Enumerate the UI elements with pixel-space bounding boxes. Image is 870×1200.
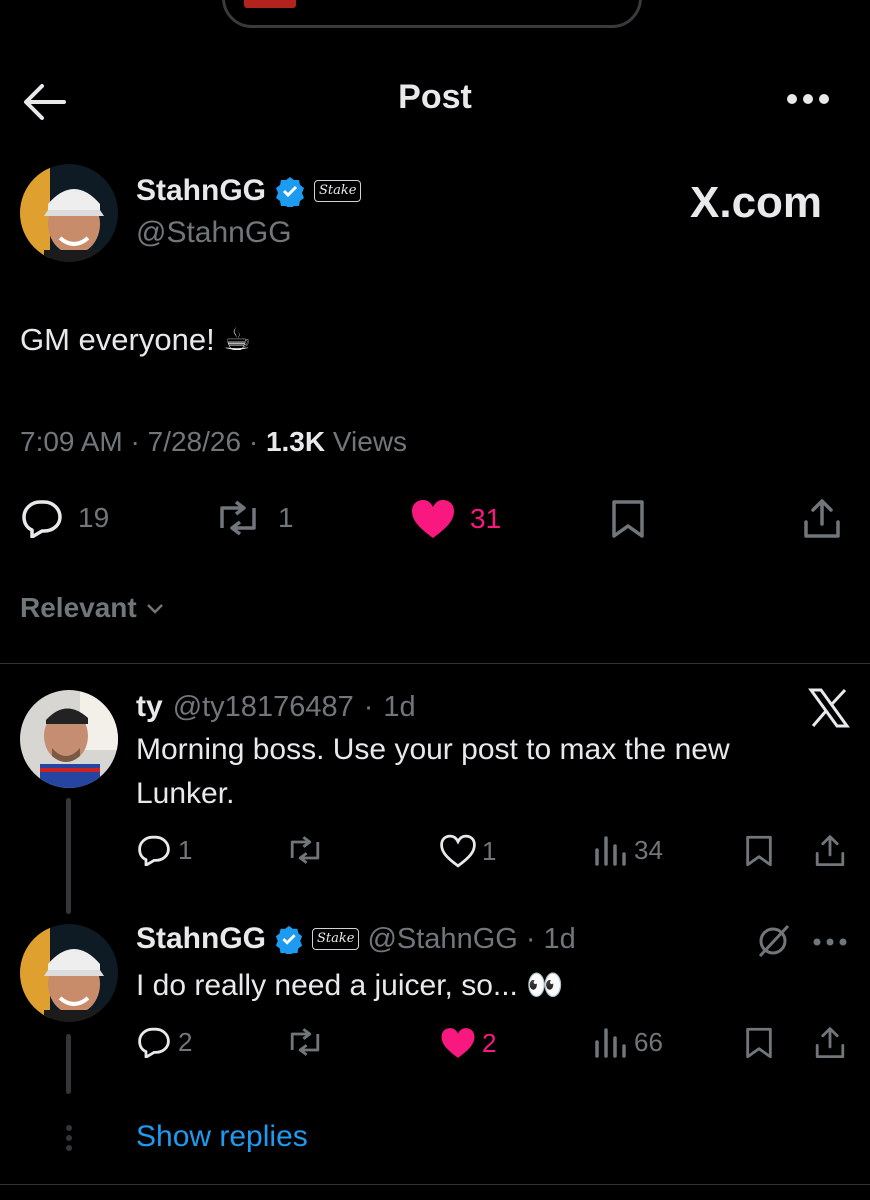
divider [0, 1184, 870, 1185]
reply-icon [138, 1027, 170, 1058]
share-button[interactable] [814, 834, 846, 873]
meta-separator: · [248, 426, 266, 457]
affiliate-badge[interactable]: Stake [312, 928, 360, 950]
reply-icon [22, 500, 62, 538]
reply-text: Morning boss. Use your post to max the n… [136, 733, 730, 810]
reply-avatar[interactable] [20, 924, 118, 1022]
reply-count: 19 [78, 502, 110, 533]
chevron-down-icon [146, 604, 163, 614]
grok-icon[interactable] [756, 924, 792, 963]
like-count: 1 [482, 835, 497, 866]
repost-button[interactable] [284, 1026, 326, 1058]
repost-icon [220, 500, 256, 536]
heart-outline-icon [440, 834, 476, 868]
meta-separator: · [363, 691, 374, 723]
reply-avatar[interactable] [20, 690, 118, 788]
bookmark-button[interactable] [744, 834, 774, 873]
bookmark-icon [746, 835, 772, 867]
post-date: 7/28/26 [147, 426, 242, 457]
reply-author-handle[interactable]: @StahnGG [367, 923, 517, 956]
views-label: Views [332, 426, 408, 457]
analytics-icon [595, 836, 626, 866]
views-count: 34 [634, 834, 663, 865]
thread-connector [66, 798, 71, 914]
divider [0, 663, 870, 664]
reply-author-name[interactable]: ty [136, 690, 163, 724]
post-text: GM everyone! ☕ [20, 322, 252, 357]
views-button[interactable]: 66 [594, 1026, 663, 1058]
author-name-row: StahnGG Stake [136, 174, 362, 208]
reply-button[interactable]: 1 [136, 834, 192, 866]
share-button[interactable] [802, 498, 842, 545]
views-count: 1.3K [265, 426, 326, 457]
sort-dropdown[interactable]: Relevant [20, 592, 165, 624]
reply-author-name[interactable]: StahnGG [136, 922, 266, 956]
reply-text: I do really need a juicer, so... 👀 [136, 969, 564, 1002]
avatar-image [20, 690, 118, 788]
page-title: Post [398, 78, 472, 116]
island-thumbnail [244, 0, 296, 8]
verified-badge-icon [275, 925, 303, 954]
repost-count: 1 [278, 502, 294, 533]
show-replies-link[interactable]: Show replies [136, 1120, 308, 1154]
like-button[interactable]: 1 [440, 834, 496, 868]
watermark-label: X.com [690, 178, 823, 227]
more-options-button[interactable] [785, 92, 831, 111]
author-name[interactable]: StahnGG [136, 174, 266, 208]
avatar-image [20, 164, 118, 262]
reply-button[interactable]: 19 [20, 498, 109, 538]
share-icon [815, 835, 845, 866]
views-count: 66 [634, 1026, 663, 1057]
author-handle[interactable]: @StahnGG [136, 216, 292, 250]
avatar-image [20, 924, 118, 1022]
reply-time: 1d [383, 691, 416, 723]
thread-connector [66, 1034, 71, 1094]
share-button[interactable] [814, 1026, 846, 1065]
post-time: 7:09 AM [20, 426, 123, 457]
reply-button[interactable]: 2 [136, 1026, 192, 1058]
share-icon [815, 1027, 845, 1059]
like-button[interactable]: 2 [440, 1026, 496, 1060]
thread-dots-icon [64, 1124, 74, 1157]
views-button[interactable]: 34 [594, 834, 663, 866]
reply-time: 1d [543, 922, 576, 955]
bookmark-icon [612, 500, 644, 538]
ellipsis-icon [813, 938, 847, 946]
reply-count: 1 [178, 834, 193, 865]
reply-count: 2 [178, 1026, 193, 1057]
heart-filled-icon [412, 500, 454, 538]
meta-separator: · [525, 922, 536, 955]
repost-button[interactable] [284, 834, 326, 866]
sort-label: Relevant [20, 592, 137, 623]
reply-icon [138, 835, 170, 866]
x-logo-icon [808, 688, 850, 733]
like-count: 2 [482, 1027, 497, 1058]
repost-icon [290, 836, 320, 864]
heart-filled-icon [441, 1028, 475, 1058]
like-count: 31 [470, 503, 502, 534]
share-icon [804, 499, 840, 538]
bookmark-button[interactable] [744, 1026, 774, 1065]
ellipsis-icon [787, 94, 829, 104]
reply-more-button[interactable] [812, 934, 848, 952]
meta-separator: · [130, 426, 148, 457]
repost-button[interactable]: 1 [212, 498, 294, 538]
verified-badge-icon [276, 177, 305, 207]
post-meta: 7:09 AM · 7/28/26 · 1.3K Views [20, 426, 407, 458]
like-button[interactable]: 31 [410, 498, 501, 540]
author-avatar[interactable] [20, 164, 118, 262]
reply-header: StahnGG Stake @StahnGG · 1d [136, 922, 576, 956]
analytics-icon [595, 1028, 626, 1058]
reply-author-handle[interactable]: @ty18176487 [173, 691, 354, 724]
repost-icon [290, 1028, 320, 1056]
reply-header: ty @ty18176487 · 1d [136, 690, 416, 724]
bookmark-icon [746, 1027, 772, 1059]
affiliate-badge[interactable]: Stake [314, 180, 362, 202]
bookmark-button[interactable] [610, 498, 646, 545]
